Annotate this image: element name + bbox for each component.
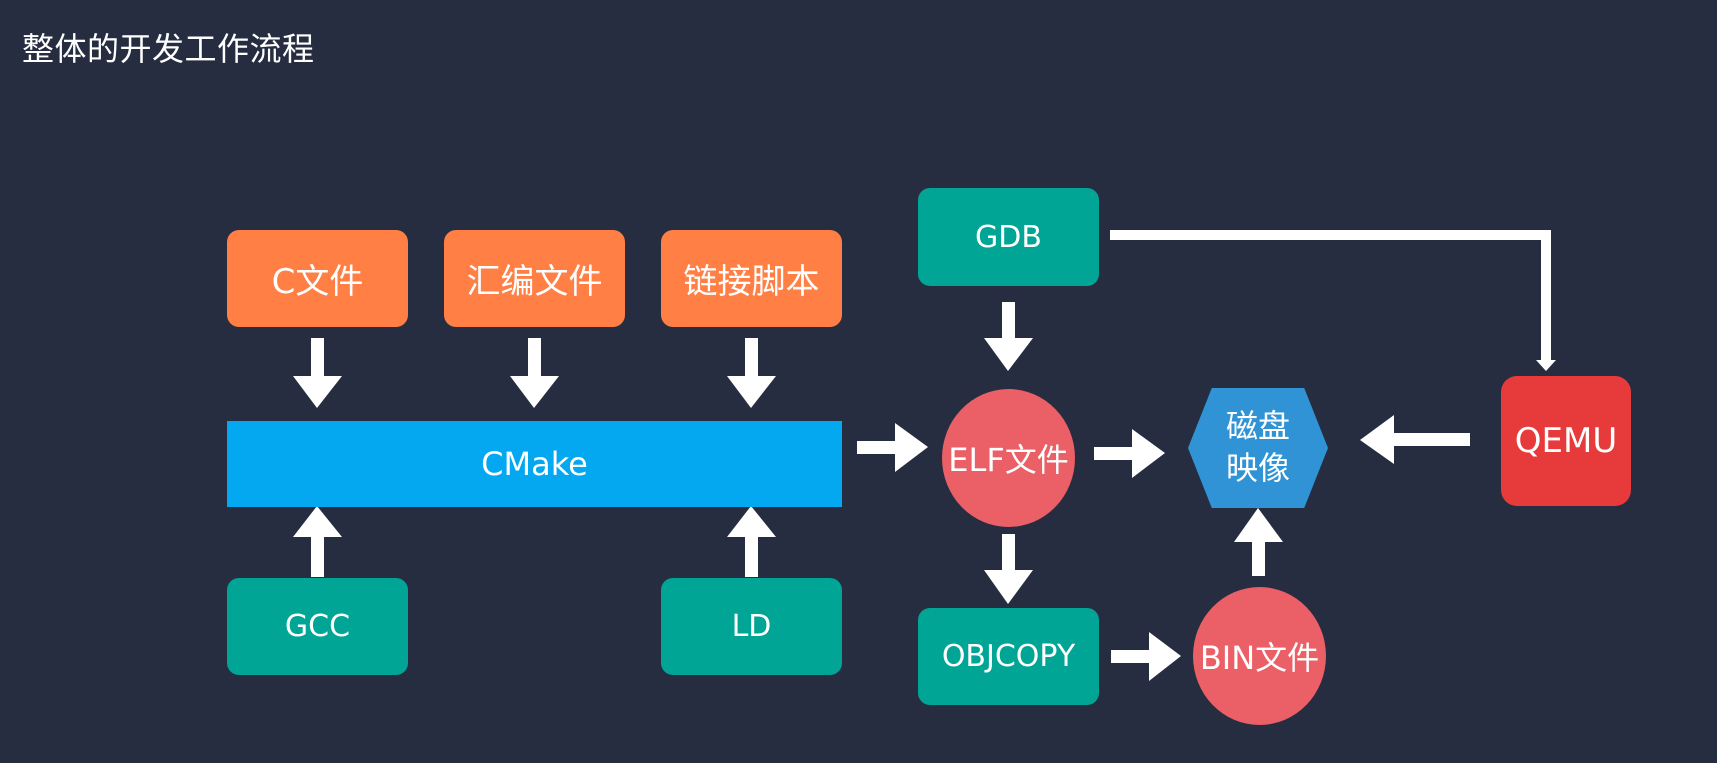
arrow-cmake-to-elf bbox=[857, 423, 928, 472]
arrow-cfile-to-cmake bbox=[293, 338, 342, 408]
disk-image-label-line2: 映像 bbox=[1225, 449, 1290, 487]
elf-file-label: ELF文件 bbox=[948, 441, 1069, 479]
gcc-label: GCC bbox=[284, 609, 351, 644]
cmake-label: CMake bbox=[481, 445, 588, 483]
bin-file-label: BIN文件 bbox=[1199, 639, 1320, 677]
gcc-node: GCC bbox=[227, 578, 408, 675]
arrow-elf-to-disk bbox=[1094, 429, 1165, 478]
ld-label: LD bbox=[731, 609, 772, 644]
link-script-label: 链接脚本 bbox=[683, 262, 820, 302]
arrow-qemu-to-disk bbox=[1360, 415, 1470, 464]
gdb-node: GDB bbox=[918, 188, 1099, 286]
qemu-label: QEMU bbox=[1514, 421, 1618, 461]
arrow-objcopy-to-bin bbox=[1111, 632, 1181, 681]
arrow-elf-to-objcopy bbox=[984, 534, 1033, 604]
asm-file-label: 汇编文件 bbox=[466, 262, 603, 302]
arrow-ld-to-cmake bbox=[727, 506, 776, 577]
c-file-node: C文件 bbox=[227, 230, 408, 327]
link-script-node: 链接脚本 bbox=[661, 230, 842, 327]
c-file-label: C文件 bbox=[271, 262, 364, 302]
arrow-linkscript-to-cmake bbox=[727, 338, 776, 408]
arrow-asmfile-to-cmake bbox=[510, 338, 559, 408]
objcopy-node: OBJCOPY bbox=[918, 608, 1099, 705]
page-title: 整体的开发工作流程 bbox=[22, 30, 315, 68]
cmake-bar: CMake bbox=[227, 421, 842, 507]
qemu-node: QEMU bbox=[1501, 376, 1631, 506]
gdb-label: GDB bbox=[975, 219, 1042, 255]
ld-node: LD bbox=[661, 578, 842, 675]
connector-gdb-to-qemu bbox=[1110, 230, 1556, 371]
disk-image-node: 磁盘 映像 bbox=[1188, 388, 1328, 508]
arrow-gdb-to-elf bbox=[984, 302, 1033, 371]
objcopy-label: OBJCOPY bbox=[941, 639, 1076, 674]
bin-file-node: BIN文件 bbox=[1193, 587, 1326, 725]
arrow-bin-to-disk bbox=[1234, 508, 1283, 576]
asm-file-node: 汇编文件 bbox=[444, 230, 625, 327]
disk-image-label-line1: 磁盘 bbox=[1225, 407, 1290, 446]
arrow-gcc-to-cmake bbox=[293, 506, 342, 577]
elf-file-node: ELF文件 bbox=[942, 389, 1075, 527]
